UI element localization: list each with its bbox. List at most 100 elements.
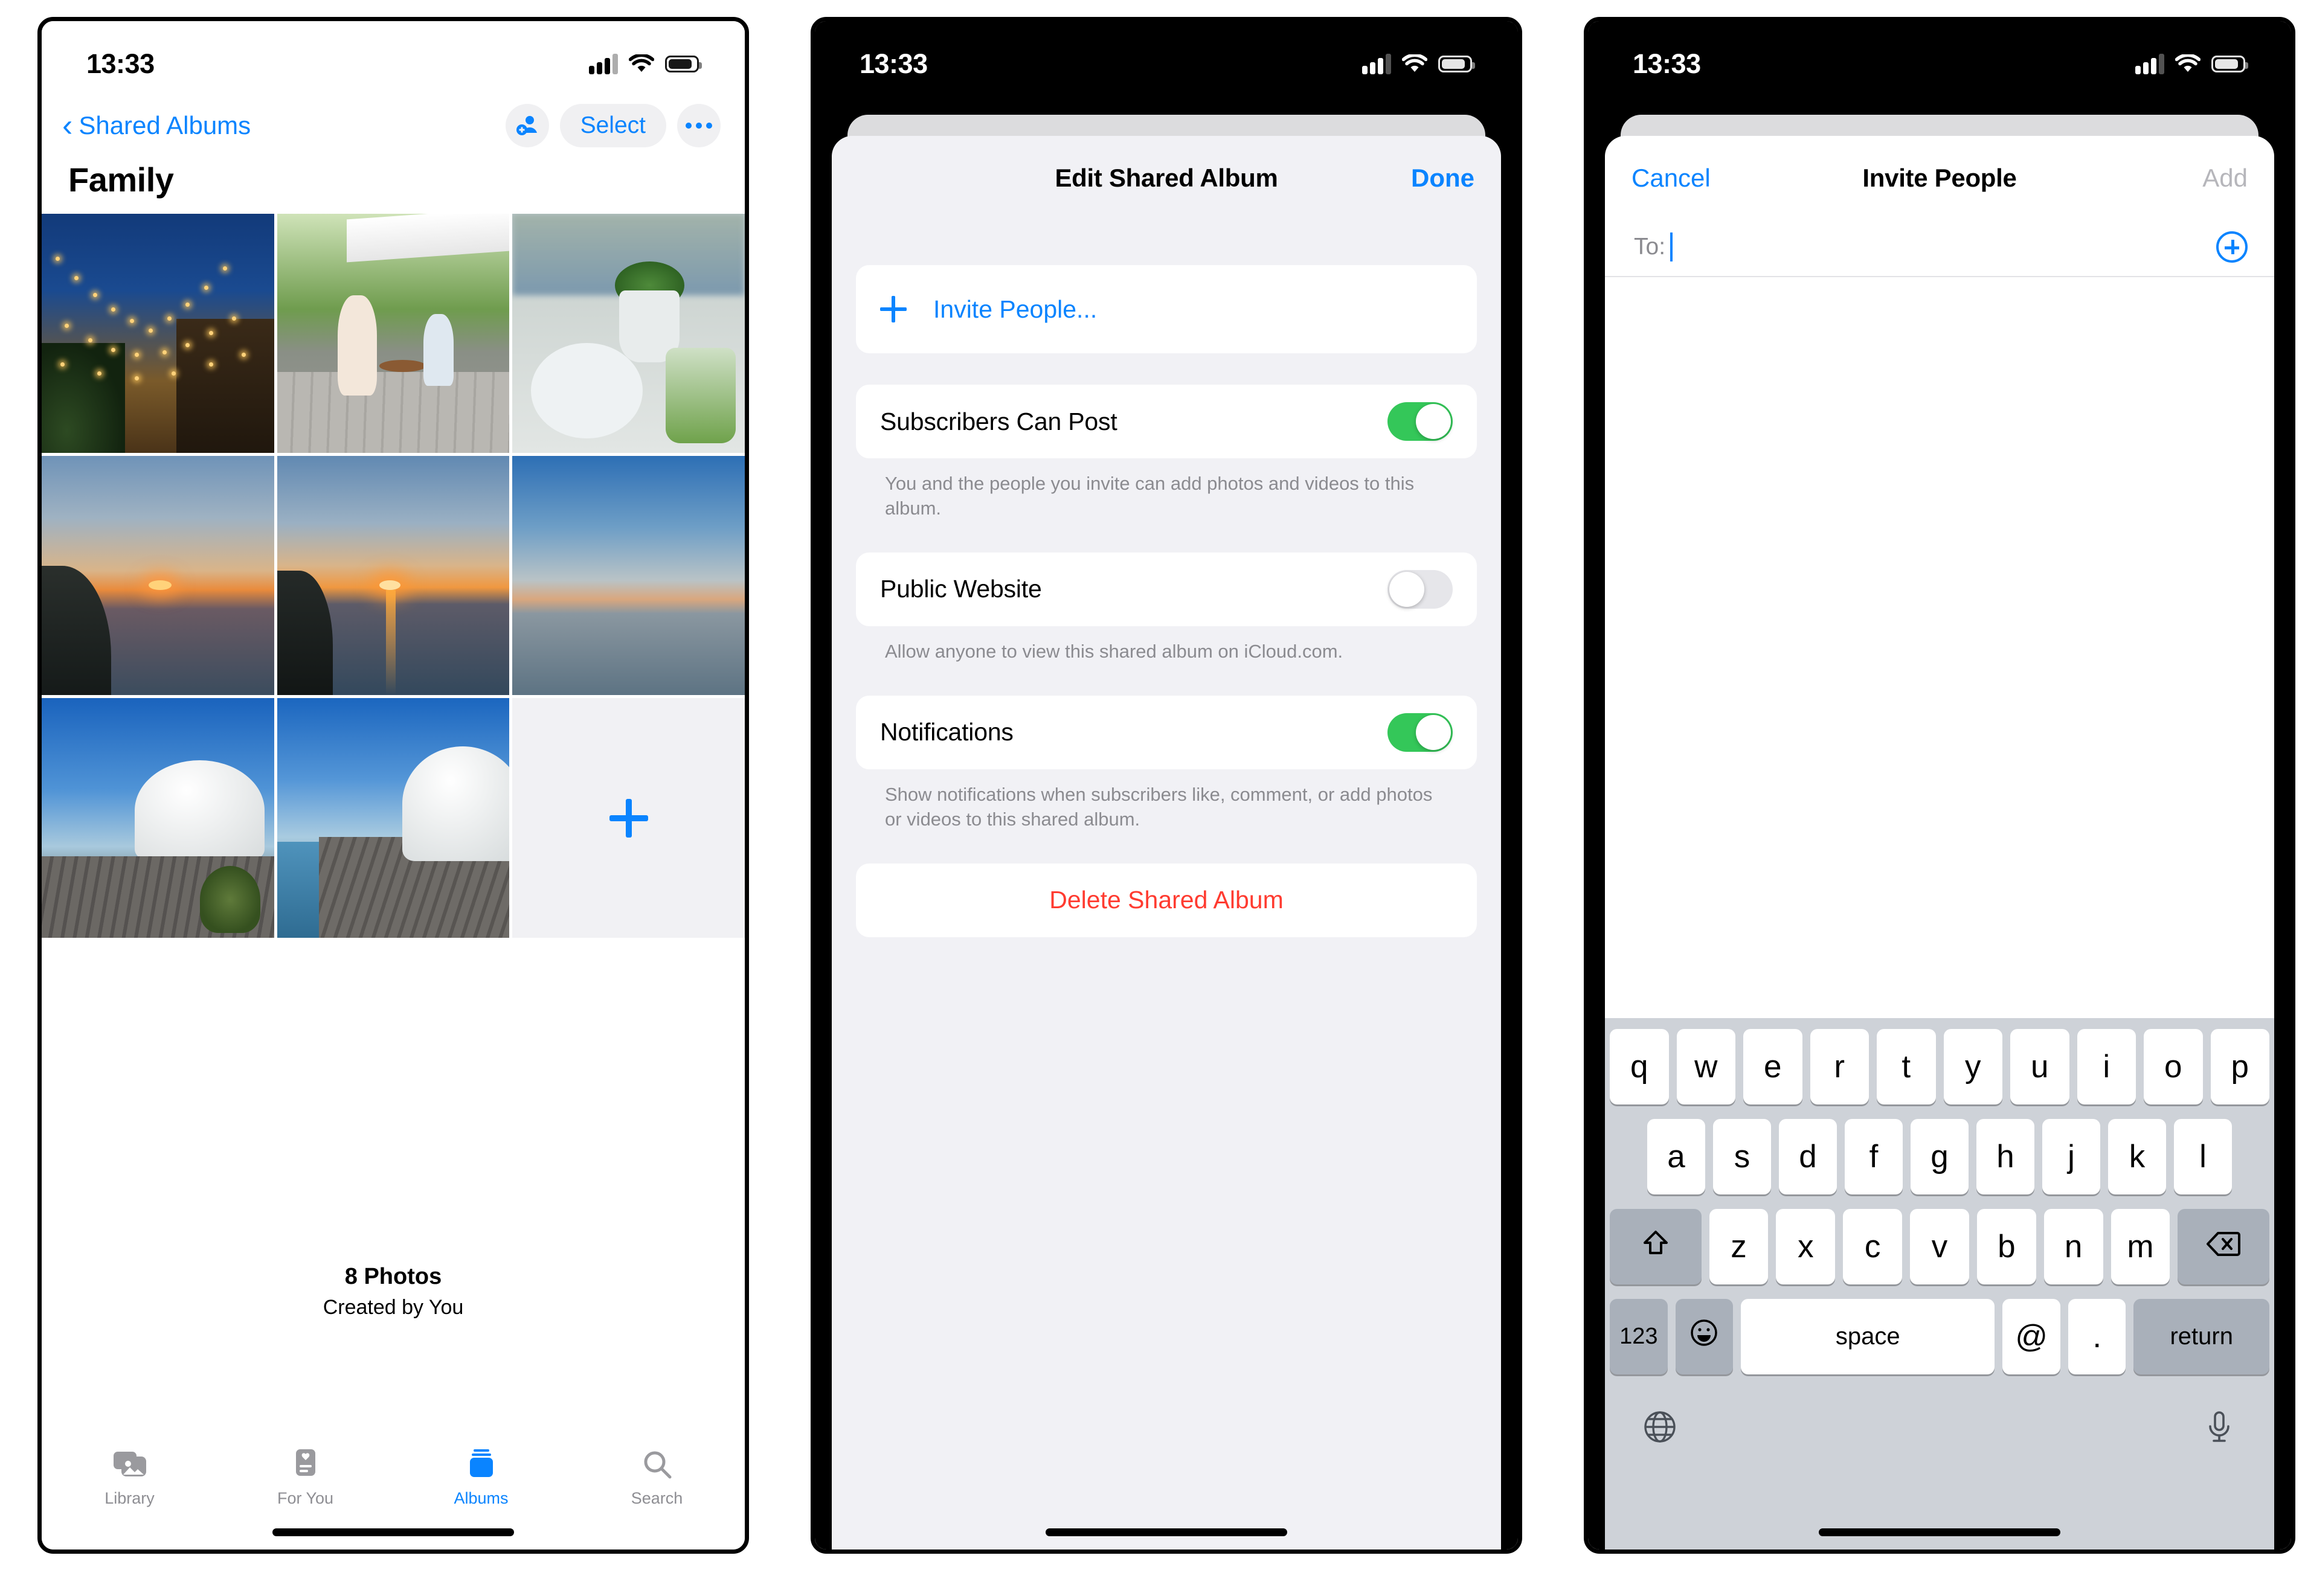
key-o[interactable]: o <box>2144 1029 2203 1104</box>
battery-icon <box>2211 56 2248 72</box>
cancel-button[interactable]: Cancel <box>1632 164 1711 193</box>
sheet-title: Edit Shared Album <box>1055 164 1278 192</box>
keyboard-bottom-bar <box>1610 1389 2269 1461</box>
plus-circle-icon[interactable] <box>2216 231 2248 263</box>
battery-icon <box>1438 56 1475 72</box>
photo-count: 8 Photos <box>344 1263 442 1289</box>
key-q[interactable]: q <box>1610 1029 1669 1104</box>
public-website-row[interactable]: Public Website <box>856 552 1477 626</box>
tab-albums[interactable]: Albums <box>393 1447 569 1508</box>
on-screen-keyboard: q w e r t y u i o p a s d f g h j k l z … <box>1605 1018 2274 1550</box>
key-t[interactable]: t <box>1877 1029 1936 1104</box>
phone-2-edit-shared-album: 13:33 Edit Shared Album Done Invite Peop… <box>811 17 1522 1554</box>
back-to-shared-albums-button[interactable]: ‹ Shared Albums <box>62 110 251 141</box>
key-y[interactable]: y <box>1943 1029 2002 1104</box>
status-bar-time: 13:33 <box>1633 48 1701 79</box>
key-j[interactable]: j <box>2042 1119 2100 1194</box>
at-key[interactable]: @ <box>2002 1299 2060 1374</box>
space-key[interactable]: space <box>1741 1299 1995 1374</box>
public-website-footnote: Allow anyone to view this shared album o… <box>885 640 1343 662</box>
key-i[interactable]: i <box>2077 1029 2136 1104</box>
key-e[interactable]: e <box>1743 1029 1802 1104</box>
tab-for-you[interactable]: For You <box>217 1447 393 1508</box>
key-b[interactable]: b <box>1976 1209 2036 1284</box>
home-indicator[interactable] <box>1819 1528 2060 1536</box>
subscribers-can-post-footnote: You and the people you invite can add ph… <box>885 473 1415 519</box>
tab-search[interactable]: Search <box>569 1447 745 1508</box>
home-indicator[interactable] <box>1046 1528 1287 1536</box>
subscribers-can-post-row[interactable]: Subscribers Can Post <box>856 385 1477 458</box>
text-caret <box>1670 232 1673 261</box>
more-options-button[interactable] <box>677 104 721 147</box>
return-key[interactable]: return <box>2133 1299 2269 1374</box>
key-x[interactable]: x <box>1776 1209 1836 1284</box>
emoji-key[interactable] <box>1675 1299 1734 1374</box>
key-f[interactable]: f <box>1845 1119 1903 1194</box>
key-m[interactable]: m <box>2111 1209 2170 1284</box>
keyboard-row-1: q w e r t y u i o p <box>1610 1029 2269 1104</box>
notifications-footnote: Show notifications when subscribers like… <box>885 783 1433 830</box>
microphone-icon[interactable] <box>2201 1408 2238 1446</box>
subscribers-can-post-toggle[interactable] <box>1387 402 1453 441</box>
phone-1-screen: 13:33 ‹ Shared Albums Select Family 8 Ph… <box>42 21 745 1550</box>
key-a[interactable]: a <box>1647 1119 1705 1194</box>
delete-left-icon <box>2206 1228 2241 1265</box>
add-button[interactable]: Add <box>2202 164 2248 193</box>
photo-thumb-dome-tent-deck[interactable] <box>42 698 274 938</box>
key-z[interactable]: z <box>1709 1209 1769 1284</box>
key-v[interactable]: v <box>1910 1209 1969 1284</box>
public-website-toggle[interactable] <box>1387 569 1453 609</box>
backspace-key[interactable] <box>2178 1209 2270 1284</box>
photo-thumb-cafe-table-drink-plant[interactable] <box>512 214 745 453</box>
notifications-toggle[interactable] <box>1387 713 1453 752</box>
key-c[interactable]: c <box>1843 1209 1903 1284</box>
notifications-row[interactable]: Notifications <box>856 695 1477 769</box>
phone-3-invite-people: 13:33 Cancel Invite People Add To: q w e… <box>1584 17 2295 1554</box>
key-l[interactable]: l <box>2174 1119 2232 1194</box>
shift-arrow-icon <box>1641 1228 1671 1266</box>
key-u[interactable]: u <box>2010 1029 2069 1104</box>
delete-shared-album-button[interactable]: Delete Shared Album <box>856 863 1477 937</box>
to-field-row[interactable]: To: <box>1605 220 2274 277</box>
invite-people-row[interactable]: Invite People... <box>856 265 1477 353</box>
invite-people-label: Invite People... <box>933 295 1098 323</box>
key-d[interactable]: d <box>1779 1119 1837 1194</box>
status-bar: 13:33 <box>42 21 745 98</box>
key-w[interactable]: w <box>1676 1029 1735 1104</box>
add-photos-button[interactable] <box>512 698 745 938</box>
globe-icon[interactable] <box>1641 1408 1679 1446</box>
key-g[interactable]: g <box>1911 1119 1969 1194</box>
numbers-key[interactable]: 123 <box>1610 1299 1668 1374</box>
key-r[interactable]: r <box>1810 1029 1869 1104</box>
key-n[interactable]: n <box>2043 1209 2103 1284</box>
add-people-button[interactable] <box>505 104 549 147</box>
period-key[interactable]: . <box>2068 1299 2126 1374</box>
key-k[interactable]: k <box>2108 1119 2166 1194</box>
select-label: Select <box>580 112 646 138</box>
tab-search-label: Search <box>631 1489 683 1507</box>
home-indicator[interactable] <box>272 1528 514 1536</box>
photo-thumb-cafe-mother-and-child[interactable] <box>277 214 510 453</box>
plus-icon <box>880 296 907 322</box>
photo-thumb-sea-sunset-left-cliff[interactable] <box>42 456 274 696</box>
page-title: Family <box>68 161 174 199</box>
battery-icon <box>665 56 702 72</box>
memories-card-icon <box>292 1447 320 1482</box>
tab-library[interactable]: Library <box>42 1447 217 1508</box>
person-badge-plus-icon <box>514 111 541 141</box>
wifi-icon <box>629 54 654 74</box>
status-bar-icons <box>1362 45 1475 74</box>
photo-thumb-calm-sea-horizon[interactable] <box>512 456 745 696</box>
key-s[interactable]: s <box>1713 1119 1771 1194</box>
back-label: Shared Albums <box>79 111 251 139</box>
chevron-left-icon: ‹ <box>62 108 73 143</box>
key-h[interactable]: h <box>1976 1119 2034 1194</box>
photo-thumb-sea-sunset-reflection[interactable] <box>277 456 510 696</box>
done-button[interactable]: Done <box>1411 164 1474 193</box>
photo-thumb-string-lights-night[interactable] <box>42 214 274 453</box>
key-p[interactable]: p <box>2210 1029 2269 1104</box>
shift-key[interactable] <box>1609 1209 1702 1284</box>
photo-thumb-dome-tent-walkway[interactable] <box>277 698 510 938</box>
select-button[interactable]: Select <box>559 104 666 147</box>
